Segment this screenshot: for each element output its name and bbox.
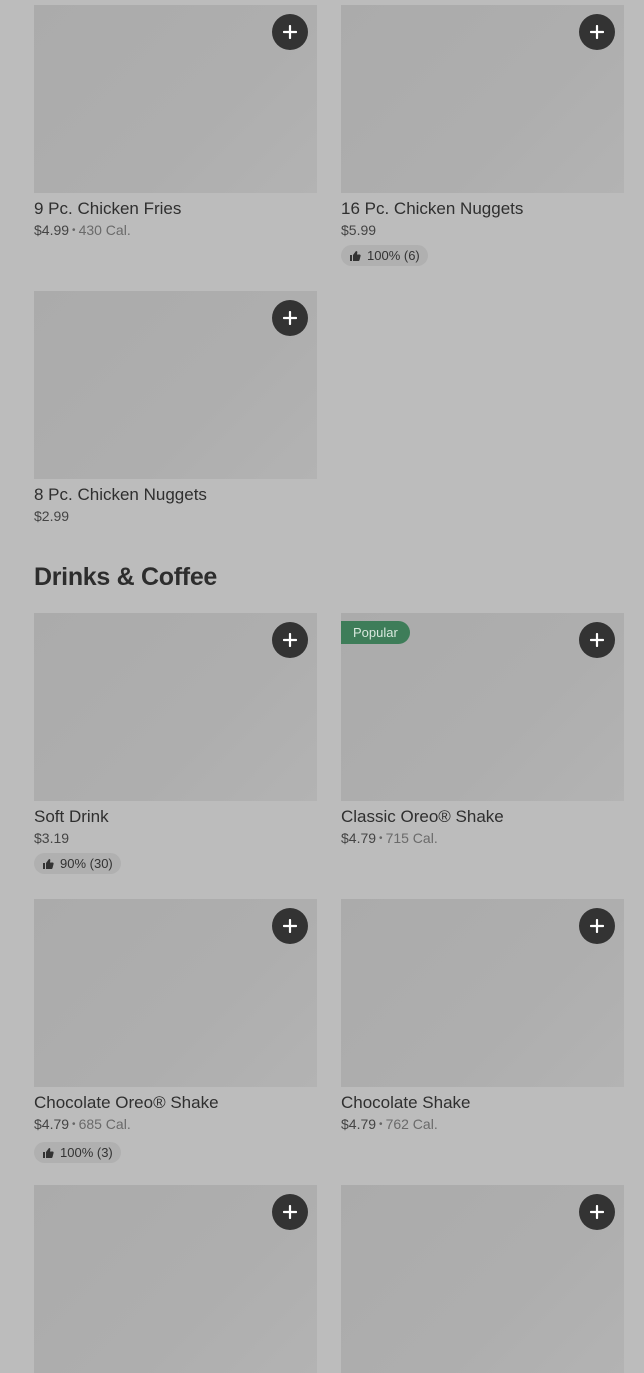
menu-item-name: 9 Pc. Chicken Fries bbox=[34, 199, 182, 218]
thumbs-up-icon bbox=[43, 858, 54, 869]
menu-item-meta: $5.99 bbox=[341, 221, 624, 239]
add-button[interactable] bbox=[579, 622, 615, 658]
rating-badge: 100% (3) bbox=[34, 1142, 121, 1163]
menu-item-calories: 430 Cal. bbox=[78, 222, 131, 238]
plus-icon bbox=[283, 919, 297, 933]
add-button[interactable] bbox=[272, 908, 308, 944]
menu-item-price: $4.79 bbox=[341, 830, 377, 846]
add-button[interactable] bbox=[272, 1194, 308, 1230]
separator-dot: • bbox=[72, 1119, 76, 1130]
rating-badge: 100% (6) bbox=[341, 245, 428, 266]
menu-item-name: 16 Pc. Chicken Nuggets bbox=[341, 199, 524, 218]
plus-icon bbox=[590, 633, 604, 647]
menu-item-name: Chocolate Shake bbox=[341, 1093, 471, 1112]
menu-item-image[interactable] bbox=[34, 1185, 317, 1373]
menu-item-name: 8 Pc. Chicken Nuggets bbox=[34, 485, 207, 504]
menu-item-card[interactable]: 9 Pc. Chicken Fries $4.99 • 430 Cal. bbox=[34, 5, 317, 242]
plus-icon bbox=[590, 1205, 604, 1219]
menu-item-card[interactable] bbox=[34, 1185, 317, 1373]
section-title: Drinks & Coffee bbox=[34, 563, 218, 591]
menu-item-image[interactable] bbox=[341, 5, 624, 193]
menu-item-price: $3.19 bbox=[34, 830, 70, 846]
menu-item-image[interactable] bbox=[34, 899, 317, 1087]
menu-item-name: Chocolate Oreo® Shake bbox=[34, 1093, 219, 1112]
menu-item-price: $5.99 bbox=[341, 222, 377, 238]
plus-icon bbox=[590, 25, 604, 39]
menu-item-card[interactable]: Popular Classic Oreo® Shake $4.79 • 715 Ca… bbox=[341, 613, 624, 850]
menu-item-card[interactable]: 8 Pc. Chicken Nuggets $2.99 bbox=[34, 291, 317, 525]
menu-item-calories: 762 Cal. bbox=[385, 1116, 438, 1132]
menu-item-image[interactable]: Popular bbox=[341, 613, 624, 801]
rating-badge: 90% (30) bbox=[34, 853, 121, 874]
menu-item-image[interactable] bbox=[34, 613, 317, 801]
menu-item-card[interactable]: Soft Drink $3.19 90% (30) bbox=[34, 613, 317, 875]
menu-item-image[interactable] bbox=[341, 1185, 624, 1373]
menu-item-meta: $4.79 • 685 Cal. bbox=[34, 1115, 317, 1136]
menu-item-card[interactable]: Chocolate Shake $4.79 • 762 Cal. bbox=[341, 899, 624, 1136]
menu-item-card[interactable] bbox=[341, 1185, 624, 1373]
rating-text: 100% (3) bbox=[60, 1145, 113, 1160]
menu-item-card[interactable]: Chocolate Oreo® Shake $4.79 • 685 Cal. 100… bbox=[34, 899, 317, 1164]
rating-text: 100% (6) bbox=[367, 248, 420, 263]
add-button[interactable] bbox=[579, 14, 615, 50]
menu-item-price: $4.79 bbox=[341, 1116, 377, 1132]
add-button[interactable] bbox=[272, 300, 308, 336]
plus-icon bbox=[283, 633, 297, 647]
menu-item-calories: 685 Cal. bbox=[78, 1116, 131, 1132]
menu-item-image[interactable] bbox=[34, 5, 317, 193]
menu-item-image[interactable] bbox=[34, 291, 317, 479]
plus-icon bbox=[283, 311, 297, 325]
separator-dot: • bbox=[379, 833, 383, 844]
menu-item-price: $4.79 bbox=[34, 1116, 70, 1132]
menu-item-name: Soft Drink bbox=[34, 807, 109, 826]
menu-item-calories: 715 Cal. bbox=[385, 830, 438, 846]
menu-item-meta: $4.79 • 762 Cal. bbox=[341, 1115, 624, 1136]
menu-item-card[interactable]: 16 Pc. Chicken Nuggets $5.99 100% (6) bbox=[341, 5, 624, 267]
menu-item-meta: $4.99 • 430 Cal. bbox=[34, 221, 317, 242]
add-button[interactable] bbox=[579, 1194, 615, 1230]
thumbs-up-icon bbox=[350, 250, 361, 261]
menu-item-meta: $2.99 bbox=[34, 507, 317, 525]
plus-icon bbox=[590, 919, 604, 933]
separator-dot: • bbox=[72, 225, 76, 236]
menu-item-name: Classic Oreo® Shake bbox=[341, 807, 504, 826]
add-button[interactable] bbox=[272, 14, 308, 50]
add-button[interactable] bbox=[579, 908, 615, 944]
plus-icon bbox=[283, 1205, 297, 1219]
separator-dot: • bbox=[379, 1119, 383, 1130]
menu-item-meta: $3.19 bbox=[34, 829, 317, 847]
popular-badge: Popular bbox=[341, 621, 410, 644]
menu-item-image[interactable] bbox=[341, 899, 624, 1087]
add-button[interactable] bbox=[272, 622, 308, 658]
menu-item-meta: $4.79 • 715 Cal. bbox=[341, 829, 624, 850]
menu-item-price: $4.99 bbox=[34, 222, 70, 238]
plus-icon bbox=[283, 25, 297, 39]
menu-item-price: $2.99 bbox=[34, 508, 70, 524]
thumbs-up-icon bbox=[43, 1147, 54, 1158]
rating-text: 90% (30) bbox=[60, 856, 113, 871]
